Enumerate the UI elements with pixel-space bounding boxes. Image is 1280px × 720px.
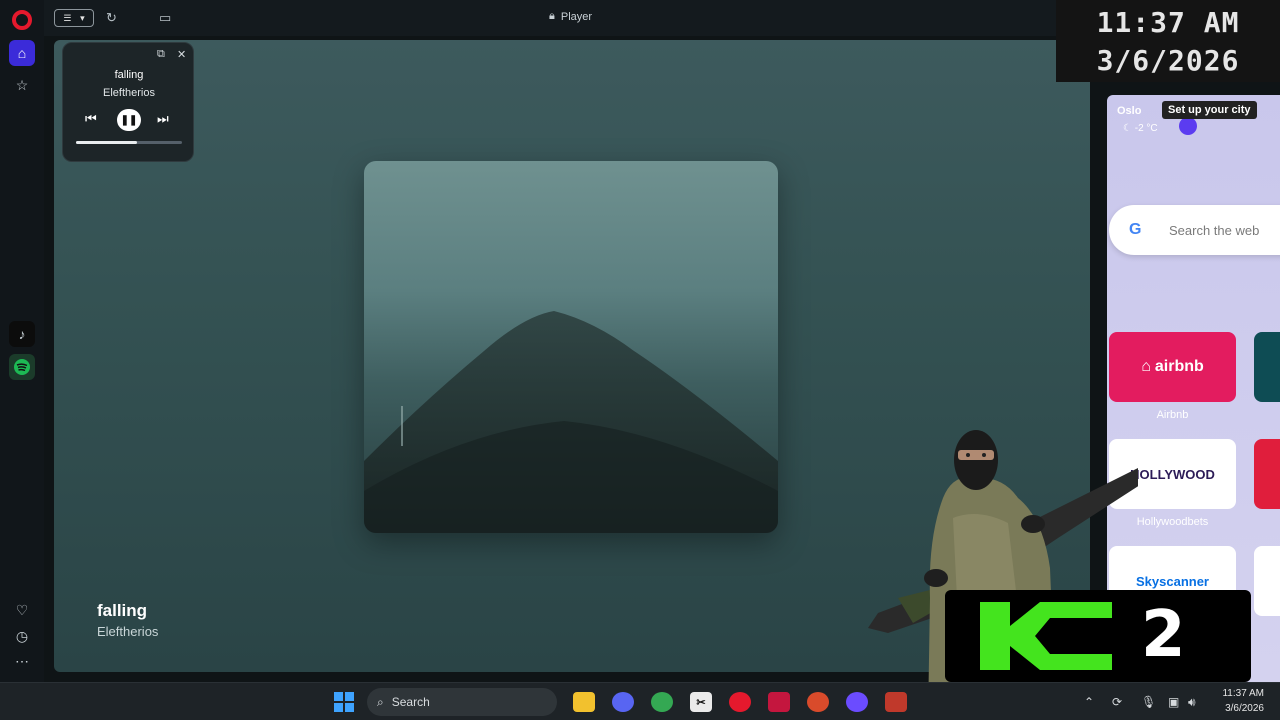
moon-icon: ☾	[1123, 123, 1135, 134]
speed-dial-partial-tile[interactable]	[1254, 332, 1280, 402]
city-tooltip: Set up your city	[1162, 101, 1257, 119]
popout-icon[interactable]: ⧉	[157, 48, 165, 61]
app-icon[interactable]	[846, 692, 868, 712]
chrome-icon[interactable]	[651, 692, 673, 712]
speed-dial-partial-tile[interactable]	[1254, 439, 1280, 509]
chevron-up-icon[interactable]: ⌃	[1084, 695, 1094, 709]
mini-player: ⧉ ✕ falling Eleftherios ⏮ ❚❚ ⏭	[62, 42, 194, 162]
album-art	[364, 161, 778, 533]
track-artist[interactable]: Eleftherios	[97, 624, 158, 639]
k-logo-icon	[980, 602, 1112, 670]
game-launcher-icon[interactable]	[807, 692, 829, 712]
pause-button[interactable]: ❚❚	[117, 109, 141, 131]
heart-icon[interactable]: ♡	[9, 597, 35, 623]
channel-logo: 2	[945, 590, 1251, 682]
speed-dial-airbnb[interactable]: ⌂ airbnb	[1109, 332, 1236, 402]
volume-icon[interactable]: 🔊︎	[1188, 695, 1196, 710]
logo-number: 2	[1141, 598, 1186, 672]
airbnb-logo-icon: ⌂	[1141, 358, 1151, 375]
taskbar-time[interactable]: 11:37 AM	[1204, 688, 1264, 699]
mini-track-artist: Eleftherios	[103, 87, 155, 99]
web-search-input[interactable]: G Search the web	[1109, 205, 1280, 255]
mini-track-title: falling	[114, 69, 144, 81]
weather-temperature: ☾ -2 °C	[1123, 123, 1158, 134]
overlay-time: 11:37 AM	[1096, 6, 1240, 39]
speed-dial-label: Airbnb	[1156, 409, 1189, 421]
file-explorer-icon[interactable]	[573, 692, 595, 712]
progress-fill	[76, 141, 138, 144]
weather-city[interactable]: Oslo	[1117, 105, 1141, 117]
overlay-date: 3/6/2026	[1096, 44, 1240, 77]
tiktok-icon[interactable]: ♪	[9, 321, 35, 347]
player-menu-button[interactable]: ☰ ▾	[54, 9, 94, 27]
taskbar-search-label: Search	[391, 695, 430, 709]
clock-overlay: 11:37 AM 3/6/2026	[1056, 0, 1280, 82]
progress-bar[interactable]	[76, 141, 182, 144]
microphone-icon[interactable]: 🎙︎	[1141, 695, 1156, 709]
more-icon[interactable]: ⋯	[9, 648, 35, 674]
chevron-down-icon: ▾	[80, 12, 85, 23]
opera-menu-icon[interactable]	[12, 10, 32, 30]
player-icon: ☰	[63, 12, 72, 23]
pinboards-icon[interactable]: ☆	[9, 72, 35, 98]
location-icon[interactable]	[1179, 117, 1197, 135]
speed-dial-partial-tile[interactable]	[1254, 546, 1280, 616]
close-icon[interactable]: ✕	[177, 48, 186, 61]
opera-icon[interactable]	[729, 692, 751, 712]
address-bar[interactable]: 🔒︎ Player	[549, 10, 592, 23]
windows-start-icon[interactable]	[334, 692, 354, 712]
windows-taskbar: ⌕ Search ✂ ⌃ ⟳ 🎙︎ ▣ 🔊︎ 11:37 AM 3/6/2026	[0, 682, 1280, 720]
search-icon: ⌕	[377, 694, 384, 709]
address-text: Player	[560, 10, 593, 23]
network-icon[interactable]: ▣	[1168, 695, 1179, 709]
taskbar-date[interactable]: 3/6/2026	[1204, 703, 1264, 714]
capcut-icon[interactable]: ✂	[690, 692, 712, 712]
next-track-icon[interactable]: ⏭	[157, 111, 169, 127]
taskbar-search[interactable]: ⌕ Search	[367, 688, 557, 716]
sync-icon[interactable]: ⟳	[1112, 695, 1122, 709]
browser-sidebar: ⌂ ☆ ♪ ♡ ◷ ⋯	[0, 0, 44, 682]
history-icon[interactable]: ◷	[9, 623, 35, 649]
voicemeeter-icon[interactable]	[885, 692, 907, 712]
browser-toolbar: ☰ ▾ ↻ ▭ 🔒︎ Player	[44, 0, 1060, 36]
spotify-icon[interactable]	[9, 354, 35, 380]
tabs-icon[interactable]: ▭	[159, 10, 171, 26]
search-placeholder: Search the web	[1169, 223, 1260, 238]
reload-icon[interactable]: ↻	[106, 10, 117, 26]
previous-track-icon[interactable]: ⏮	[85, 111, 97, 127]
discord-icon[interactable]	[612, 692, 634, 712]
adobe-icon[interactable]	[768, 692, 790, 712]
home-icon[interactable]: ⌂	[9, 40, 35, 66]
lock-icon: 🔒︎	[549, 10, 555, 22]
track-title: falling	[97, 601, 148, 620]
google-icon: G	[1129, 221, 1142, 238]
